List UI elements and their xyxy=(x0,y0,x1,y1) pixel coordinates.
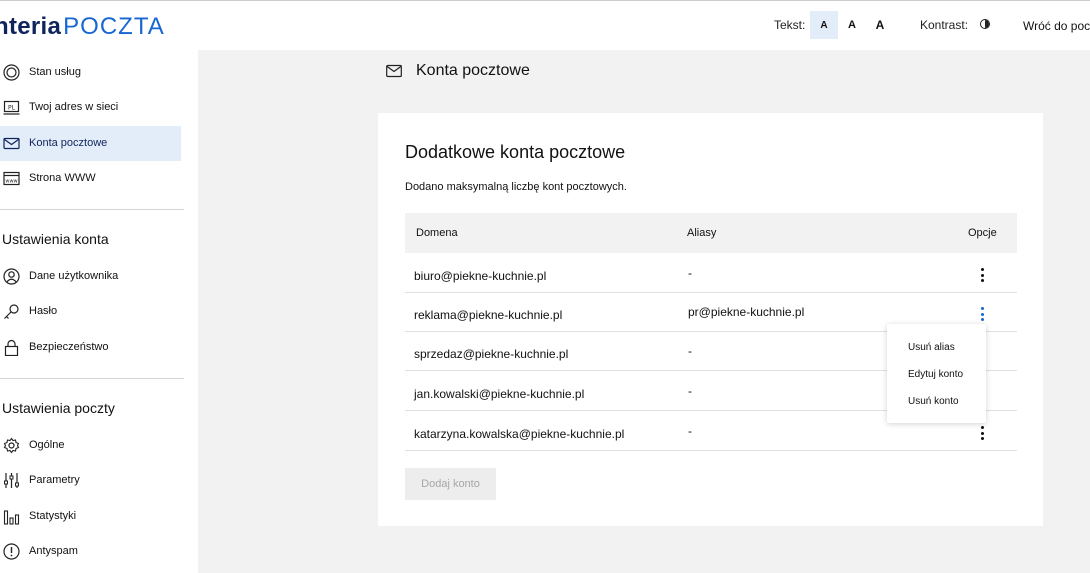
section-title-account-settings: Ustawienia konta xyxy=(2,231,109,247)
domain-cell: biuro@piekne-kuchnie.pl xyxy=(414,269,547,283)
sidebar-item-label: Strona WWW xyxy=(29,172,96,184)
text-size-label: Tekst: xyxy=(774,18,806,32)
page-title: Konta pocztowe xyxy=(416,62,530,79)
service-status-icon xyxy=(3,64,20,81)
svg-text:www: www xyxy=(5,179,17,185)
menu-item-remove-account[interactable]: Usuń konto xyxy=(908,396,959,407)
sidebar-item-web-address[interactable]: PL Twoj adres w sieci xyxy=(0,90,181,125)
text-size-small-button[interactable]: A xyxy=(810,11,838,39)
top-bar: nteriaPOCZTA Tekst: A A A Kontrast: Wróć… xyxy=(0,0,1090,50)
info-text: Dodano maksymalną liczbę kont pocztowych… xyxy=(405,181,627,193)
sidebar-item-label: Bezpieczeństwo xyxy=(29,341,109,353)
table-row: biuro@piekne-kuchnie.pl - xyxy=(405,254,1017,293)
domain-cell: katarzyna.kowalska@piekne-kuchnie.pl xyxy=(414,427,625,441)
menu-item-edit-account[interactable]: Edytuj konto xyxy=(908,369,963,380)
add-account-button[interactable]: Dodaj konto xyxy=(405,468,496,500)
sidebar-item-user-data[interactable]: Dane użytkownika xyxy=(0,259,181,294)
alias-cell: - xyxy=(688,344,692,358)
text-size-large-button[interactable]: A xyxy=(866,11,894,39)
section-title-mail-settings: Ustawienia poczty xyxy=(2,400,115,416)
back-to-mail-link[interactable]: Wróć do poczty xyxy=(1023,19,1090,33)
column-header-domain: Domena xyxy=(416,227,458,239)
svg-text:PL: PL xyxy=(8,105,16,112)
lock-icon xyxy=(3,339,20,356)
sidebar-item-label: Stan usług xyxy=(29,66,81,78)
contrast-icon[interactable] xyxy=(980,19,990,29)
sidebar-item-parameters[interactable]: Parametry xyxy=(0,463,181,498)
logo[interactable]: nteriaPOCZTA xyxy=(0,13,165,41)
options-kebab-icon[interactable] xyxy=(978,307,986,321)
sidebar-item-label: Antyspam xyxy=(29,545,78,557)
menu-item-remove-alias[interactable]: Usuń alias xyxy=(908,342,955,353)
alias-cell: - xyxy=(688,384,692,398)
sidebar-item-label: Parametry xyxy=(29,474,80,486)
domain-cell: reklama@piekne-kuchnie.pl xyxy=(414,308,563,322)
sidebar-divider xyxy=(0,209,184,210)
options-kebab-icon[interactable] xyxy=(978,268,986,282)
sidebar-item-antispam[interactable]: Antyspam xyxy=(0,534,181,569)
envelope-icon xyxy=(3,135,20,152)
sidebar-item-service-status[interactable]: Stan usług xyxy=(0,55,181,90)
alias-cell: - xyxy=(688,424,692,438)
sliders-icon xyxy=(3,472,20,489)
sidebar-item-mail-accounts[interactable]: Konta pocztowe xyxy=(0,126,181,161)
alias-cell: - xyxy=(688,266,692,280)
logo-product: POCZTA xyxy=(63,13,165,40)
options-dropdown-menu: Usuń alias Edytuj konto Usuń konto xyxy=(887,324,986,423)
gear-icon xyxy=(3,437,20,454)
domain-cell: jan.kowalski@piekne-kuchnie.pl xyxy=(414,387,585,401)
pl-domain-icon: PL xyxy=(3,99,20,116)
sidebar-item-label: Konta pocztowe xyxy=(29,137,108,149)
sidebar-item-label: Hasło xyxy=(29,305,58,317)
sidebar-item-label: Twoj adres w sieci xyxy=(29,101,119,113)
sidebar-divider xyxy=(0,378,184,379)
sidebar-item-security[interactable]: Bezpieczeństwo xyxy=(0,330,181,365)
sidebar-item-label: Dane użytkownika xyxy=(29,270,119,282)
sidebar-item-label: Statystyki xyxy=(29,510,77,522)
envelope-icon xyxy=(386,64,402,83)
alias-cell: pr@piekne-kuchnie.pl xyxy=(688,305,805,319)
www-icon: www xyxy=(3,170,20,187)
column-header-options: Opcje xyxy=(968,227,997,239)
exclamation-circle-icon xyxy=(3,543,20,560)
sidebar-item-statistics[interactable]: Statystyki xyxy=(0,499,181,534)
card-title: Dodatkowe konta pocztowe xyxy=(405,142,626,162)
text-size-medium-button[interactable]: A xyxy=(838,11,866,39)
options-kebab-icon[interactable] xyxy=(978,426,986,440)
column-header-aliases: Aliasy xyxy=(687,227,717,239)
user-icon xyxy=(3,268,20,285)
sidebar-item-label: Ogólne xyxy=(29,439,65,451)
key-icon xyxy=(3,303,20,320)
domain-cell: sprzedaz@piekne-kuchnie.pl xyxy=(414,347,569,361)
bar-chart-icon xyxy=(3,508,20,525)
logo-brand: nteria xyxy=(0,13,62,40)
contrast-label: Kontrast: xyxy=(920,18,969,32)
sidebar-item-password[interactable]: Hasło xyxy=(0,294,181,329)
sidebar-item-general[interactable]: Ogólne xyxy=(0,428,181,463)
sidebar-item-website[interactable]: www Strona WWW xyxy=(0,161,181,196)
